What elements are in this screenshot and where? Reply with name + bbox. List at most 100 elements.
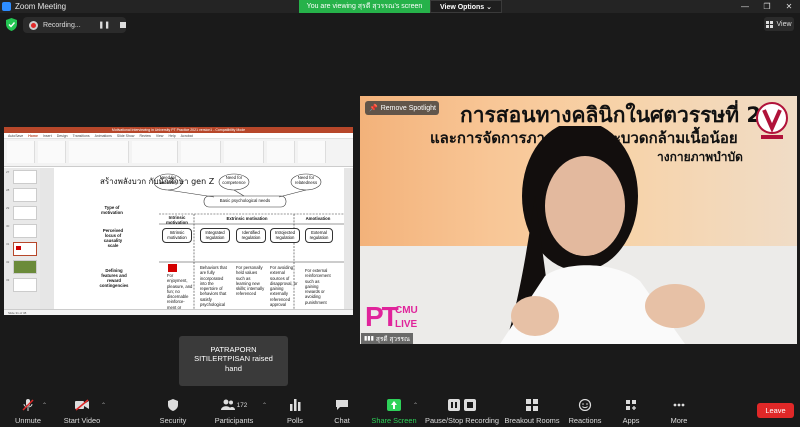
ppt-tab: Help [168,134,176,138]
share-options-caret[interactable]: ⌃ [413,402,418,409]
chat-label: Chat [334,416,350,425]
share-screen-label: Share Screen [371,416,417,425]
ppt-tab: View [155,134,164,138]
video-off-icon [75,399,89,411]
intrinsic-motivation-header: Intrinsic motivation [166,215,188,226]
slide-thumbnail-selected [13,242,37,256]
ppt-tab: AutoSave [8,134,24,138]
leave-button[interactable]: Leave [757,403,794,418]
remove-spotlight-button[interactable]: 📌 Remove Spotlight [365,101,439,115]
recording-icon [29,20,38,30]
ppt-tab: Slide Show [116,134,135,138]
view-options-label: View Options [439,4,485,11]
participant-name-tag: ▮▮▮ สุรดี สุวรรณ [361,333,414,344]
start-video-button[interactable]: Start Video [60,390,104,427]
reactions-smiley-icon [578,399,592,411]
slide-thumbnail [13,170,37,184]
apps-button[interactable]: Apps [618,390,644,427]
close-icon[interactable]: ✕ [778,0,800,13]
polls-icon [290,399,301,411]
pause-recording-icon[interactable]: ❚❚ [98,21,110,29]
extrinsic-motivation-header: Extrinsic motivation [226,216,268,221]
chevron-down-icon: ⌄ [486,4,493,11]
stop-recording-icon[interactable] [120,22,126,28]
slide-canvas: สร้างพลังบวก กับนักศึกษา gen Z Need for … [40,168,353,315]
col-integrated: Behaviors that are fully incorporated in… [200,265,227,307]
pause-stop-recording-label: Pause/Stop Recording [425,416,499,425]
ppt-tab: Review [139,134,151,138]
perceived-locus-label: Perceived locus of causality scale [102,228,124,249]
intrinsic-box: Intrinsic motivation [162,228,192,243]
participants-count: 172 [236,401,248,409]
need-autonomy: Need for autonomy [158,175,178,186]
more-button[interactable]: More [666,390,692,427]
more-label: More [670,416,688,425]
reactions-button[interactable]: Reactions [568,390,602,427]
view-options-button[interactable]: View Options ⌄ [430,0,502,13]
window-controls: — ❐ ✕ [734,0,800,13]
unmute-button[interactable]: Unmute [10,390,46,427]
zoom-window: Zoom Meeting You are viewing สุรดี สุวรร… [0,0,800,427]
participants-button[interactable]: 172 Participants [213,390,255,427]
breakout-rooms-icon [526,399,538,411]
slide-thumbnail [13,188,37,202]
video-options-caret[interactable]: ⌃ [101,402,106,409]
audio-options-caret[interactable]: ⌃ [42,402,47,409]
polls-button[interactable]: Polls [283,390,307,427]
reactions-label: Reactions [568,416,602,425]
ppt-tab: Transitions [72,134,90,138]
amotivation-header: Amotivation [305,216,331,221]
share-screen-button[interactable]: Share Screen [371,390,417,427]
remove-spotlight-label: Remove Spotlight [380,104,436,112]
recording-indicator: Recording... ❚❚ [23,17,126,33]
zoom-app-icon [2,2,11,11]
integrated-box: Integrated regulation [200,228,230,243]
ppt-body: 27 28 29 30 31 32 33 สร้างพลังบวก กับนัก… [4,168,353,315]
defining-features-label: Defining features and reward contingenci… [99,268,129,289]
window-title: Zoom Meeting [15,2,67,11]
view-button-label: View [776,20,792,28]
encryption-shield-icon[interactable] [6,18,17,31]
ppt-tab: Acrobat [180,134,193,138]
security-shield-icon [168,399,178,411]
chat-button[interactable]: Chat [330,390,354,427]
pin-icon: 📌 [369,105,378,112]
minimize-icon[interactable]: — [734,0,756,13]
viewing-message: You are viewing สุรดี สุวรรณ's screen [299,0,430,13]
meeting-toolbar: Unmute ⌃ Start Video ⌃ Security 172 Part… [0,390,800,427]
shared-screen: Motivational Interviewing in University … [4,127,353,315]
spotlight-video: การสอนทางคลินิกในศตวรรษที่ 21 และการจัดก… [360,96,797,344]
external-box: External regulation [305,228,333,243]
apps-icon [626,400,636,410]
presenter-video [500,126,705,344]
breakout-rooms-label: Breakout Rooms [504,416,560,425]
red-marker [168,264,177,272]
raised-hand-notification: PATRAPORN SITILERTPISAN raised hand [179,336,288,386]
recording-label: Recording... [42,21,81,29]
slide-thumbnail [13,224,37,238]
start-video-label: Start Video [63,416,101,425]
col-introjected: For avoiding external sources of disappr… [270,265,298,307]
more-dots-icon [673,403,685,407]
maximize-icon[interactable]: ❐ [756,0,778,13]
ppt-tab: Home [28,134,38,138]
breakout-rooms-button[interactable]: Breakout Rooms [504,390,560,427]
participants-options-caret[interactable]: ⌃ [262,402,267,409]
grid-view-icon [766,20,774,28]
ppt-tab: Animations [94,134,112,138]
viewing-banner: You are viewing สุรดี สุวรรณ's screen Vi… [299,0,502,13]
signal-bars-icon: ▮▮▮ [364,336,374,342]
apps-label: Apps [622,416,640,425]
unmute-label: Unmute [15,416,41,425]
slide-thumbnails: 27 28 29 30 31 32 33 [4,168,40,309]
col-identified: For personally held values such as learn… [236,265,265,297]
identified-box: Identified regulation [236,228,266,243]
participants-icon [220,399,235,410]
pause-stop-recording-button[interactable]: Pause/Stop Recording [425,390,499,427]
view-button[interactable]: View [764,17,794,31]
participant-name: สุรดี สุวรรณ [375,335,411,343]
ppt-ribbon [4,139,353,167]
ppt-status-bar: Slide 31 of 38 [4,309,353,315]
security-button[interactable]: Security [156,390,190,427]
muted-mic-icon [22,399,34,411]
